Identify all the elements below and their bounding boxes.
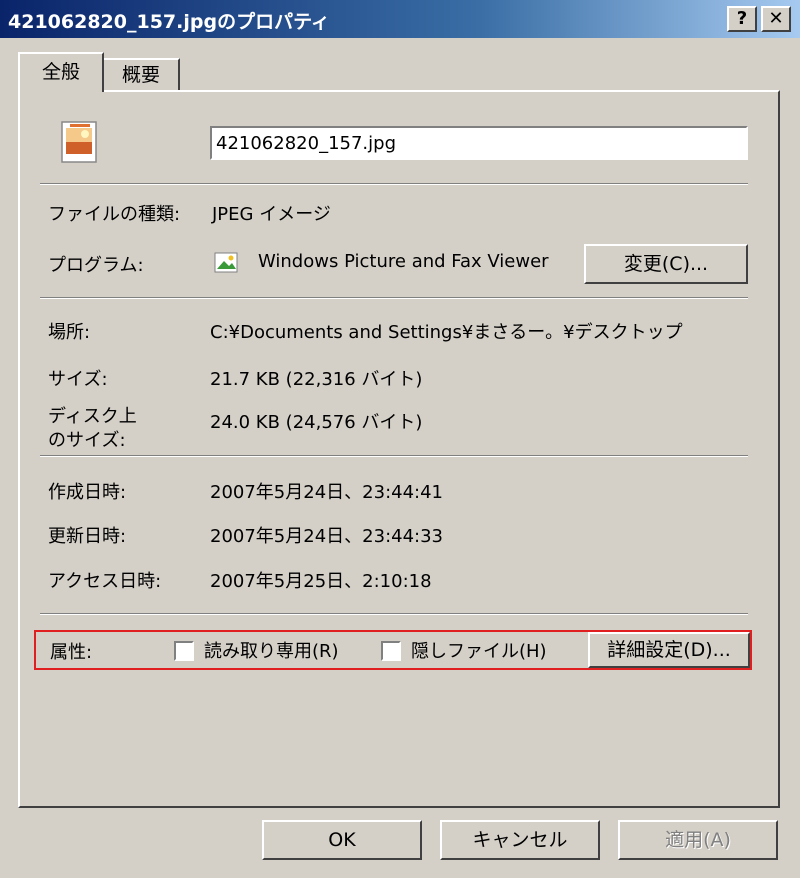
location-value: C:¥Documents and Settings¥まさるー。¥デスクトップ	[210, 322, 683, 343]
separator	[40, 183, 748, 185]
ok-button[interactable]: OK	[262, 820, 422, 860]
hidden-checkbox[interactable]	[381, 641, 401, 661]
location-label: 場所:	[48, 322, 91, 343]
apply-button: 適用(A)	[618, 820, 778, 860]
tab-summary[interactable]: 概要	[102, 58, 180, 91]
close-icon: ✕	[768, 8, 784, 29]
advanced-button[interactable]: 詳細設定(D)...	[588, 632, 750, 668]
file-type-value: JPEG イメージ	[212, 204, 331, 225]
help-icon: ?	[736, 8, 748, 29]
filename-input[interactable]	[210, 126, 748, 160]
picture-viewer-icon	[214, 252, 238, 273]
separator	[40, 613, 748, 615]
file-type-label: ファイルの種類:	[48, 204, 181, 225]
separator	[40, 455, 748, 457]
disk-size-label-line2: のサイズ:	[48, 430, 126, 451]
disk-size-value: 24.0 KB (24,576 バイト)	[210, 412, 423, 433]
general-tab-panel	[18, 90, 780, 808]
jpeg-image-icon	[61, 121, 97, 163]
size-label: サイズ:	[48, 369, 108, 390]
readonly-label[interactable]: 読み取り専用(R)	[204, 637, 339, 663]
size-value: 21.7 KB (22,316 バイト)	[210, 369, 423, 390]
attributes-label: 属性:	[50, 642, 93, 663]
close-button[interactable]: ✕	[761, 6, 791, 32]
change-program-button[interactable]: 変更(C)...	[584, 244, 748, 284]
disk-size-label-line1: ディスク上	[48, 406, 137, 427]
window-title: 421062820_157.jpgのプロパティ	[8, 11, 330, 33]
hidden-label[interactable]: 隠しファイル(H)	[411, 637, 547, 663]
modified-label: 更新日時:	[48, 526, 127, 547]
created-label: 作成日時:	[48, 482, 127, 503]
modified-value: 2007年5月24日、23:44:33	[210, 526, 444, 547]
accessed-label: アクセス日時:	[48, 571, 162, 592]
tab-general[interactable]: 全般	[18, 52, 104, 92]
separator	[40, 297, 748, 299]
tab-general-label: 全般	[41, 61, 80, 83]
accessed-value: 2007年5月25日、2:10:18	[210, 571, 432, 592]
tab-summary-label: 概要	[121, 64, 160, 86]
readonly-checkbox[interactable]	[174, 641, 194, 661]
created-value: 2007年5月24日、23:44:41	[210, 482, 444, 503]
program-label: プログラム:	[48, 255, 144, 276]
program-value: Windows Picture and Fax Viewer	[258, 251, 549, 272]
help-button[interactable]: ?	[727, 6, 757, 32]
title-bar[interactable]: 421062820_157.jpgのプロパティ ? ✕	[0, 0, 800, 38]
cancel-button[interactable]: キャンセル	[440, 820, 600, 860]
